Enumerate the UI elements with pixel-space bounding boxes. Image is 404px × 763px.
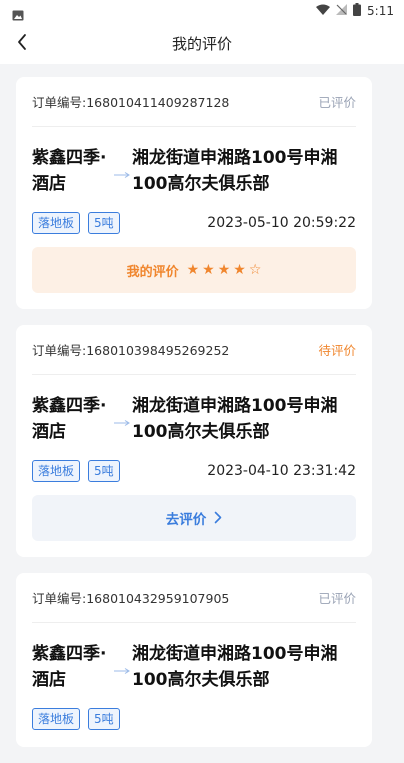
destination-name: 湘龙街道申湘路100号申湘100高尔夫俱乐部 xyxy=(132,644,338,690)
order-number: 订单编号:168010432959107905 xyxy=(32,591,230,606)
destination-name: 湘龙街道申湘路100号申湘100高尔夫俱乐部 xyxy=(132,148,338,194)
tag-floor-type: 落地板 xyxy=(32,212,81,234)
rating-stars: ★ ★ ★ ★ ☆ xyxy=(187,263,262,277)
order-card: 订单编号:168010432959107905 已评价 紫鑫四季·酒店 湘龙街道… xyxy=(16,573,372,747)
tag-tonnage: 5吨 xyxy=(88,708,120,730)
go-review-label: 去评价 xyxy=(165,512,207,528)
wifi-icon xyxy=(316,4,331,18)
nav-bar: 我的评价 xyxy=(0,24,404,64)
origin-name: 紫鑫四季·酒店 xyxy=(32,396,107,442)
star-filled-icon: ★ xyxy=(217,262,231,278)
route-arrow-icon xyxy=(114,163,130,182)
tag-tonnage: 5吨 xyxy=(88,460,120,482)
star-empty-icon: ☆ xyxy=(248,262,262,278)
origin-name: 紫鑫四季·酒店 xyxy=(32,644,107,690)
review-list: 订单编号:168010411409287128 已评价 紫鑫四季·酒店 湘龙街道… xyxy=(16,77,388,763)
clock: 5:11 xyxy=(367,4,394,18)
chevron-right-icon xyxy=(214,509,222,528)
tag-tonnage: 5吨 xyxy=(88,212,120,234)
gallery-notification-icon xyxy=(12,6,24,25)
order-card: 订单编号:168010411409287128 已评价 紫鑫四季·酒店 湘龙街道… xyxy=(16,77,372,309)
go-review-button[interactable]: 去评价 xyxy=(32,495,356,541)
tag-floor-type: 落地板 xyxy=(32,708,81,730)
order-number: 订单编号:168010398495269252 xyxy=(32,343,230,358)
star-filled-icon: ★ xyxy=(202,262,215,278)
my-review-bar[interactable]: 我的评价 ★ ★ ★ ★ ☆ xyxy=(32,247,356,293)
page-title: 我的评价 xyxy=(171,35,232,53)
battery-icon xyxy=(353,3,362,19)
destination-name: 湘龙街道申湘路100号申湘100高尔夫俱乐部 xyxy=(132,396,338,442)
star-filled-icon: ★ xyxy=(233,262,246,278)
order-number: 订单编号:168010411409287128 xyxy=(32,95,230,110)
no-signal-icon xyxy=(336,4,348,18)
my-review-label: 我的评价 xyxy=(126,264,179,280)
status-badge: 已评价 xyxy=(318,95,356,110)
order-time: 2023-04-10 23:31:42 xyxy=(207,463,356,479)
status-badge: 待评价 xyxy=(318,343,356,358)
star-filled-icon: ★ xyxy=(186,262,200,278)
tag-floor-type: 落地板 xyxy=(32,460,81,482)
status-bar: 5:11 xyxy=(0,0,404,24)
status-badge: 已评价 xyxy=(318,591,356,606)
order-card: 订单编号:168010398495269252 待评价 紫鑫四季·酒店 湘龙街道… xyxy=(16,325,372,557)
route-arrow-icon xyxy=(114,411,130,430)
route-arrow-icon xyxy=(114,659,130,678)
origin-name: 紫鑫四季·酒店 xyxy=(32,148,107,194)
order-time: 2023-05-10 20:59:22 xyxy=(207,215,356,231)
